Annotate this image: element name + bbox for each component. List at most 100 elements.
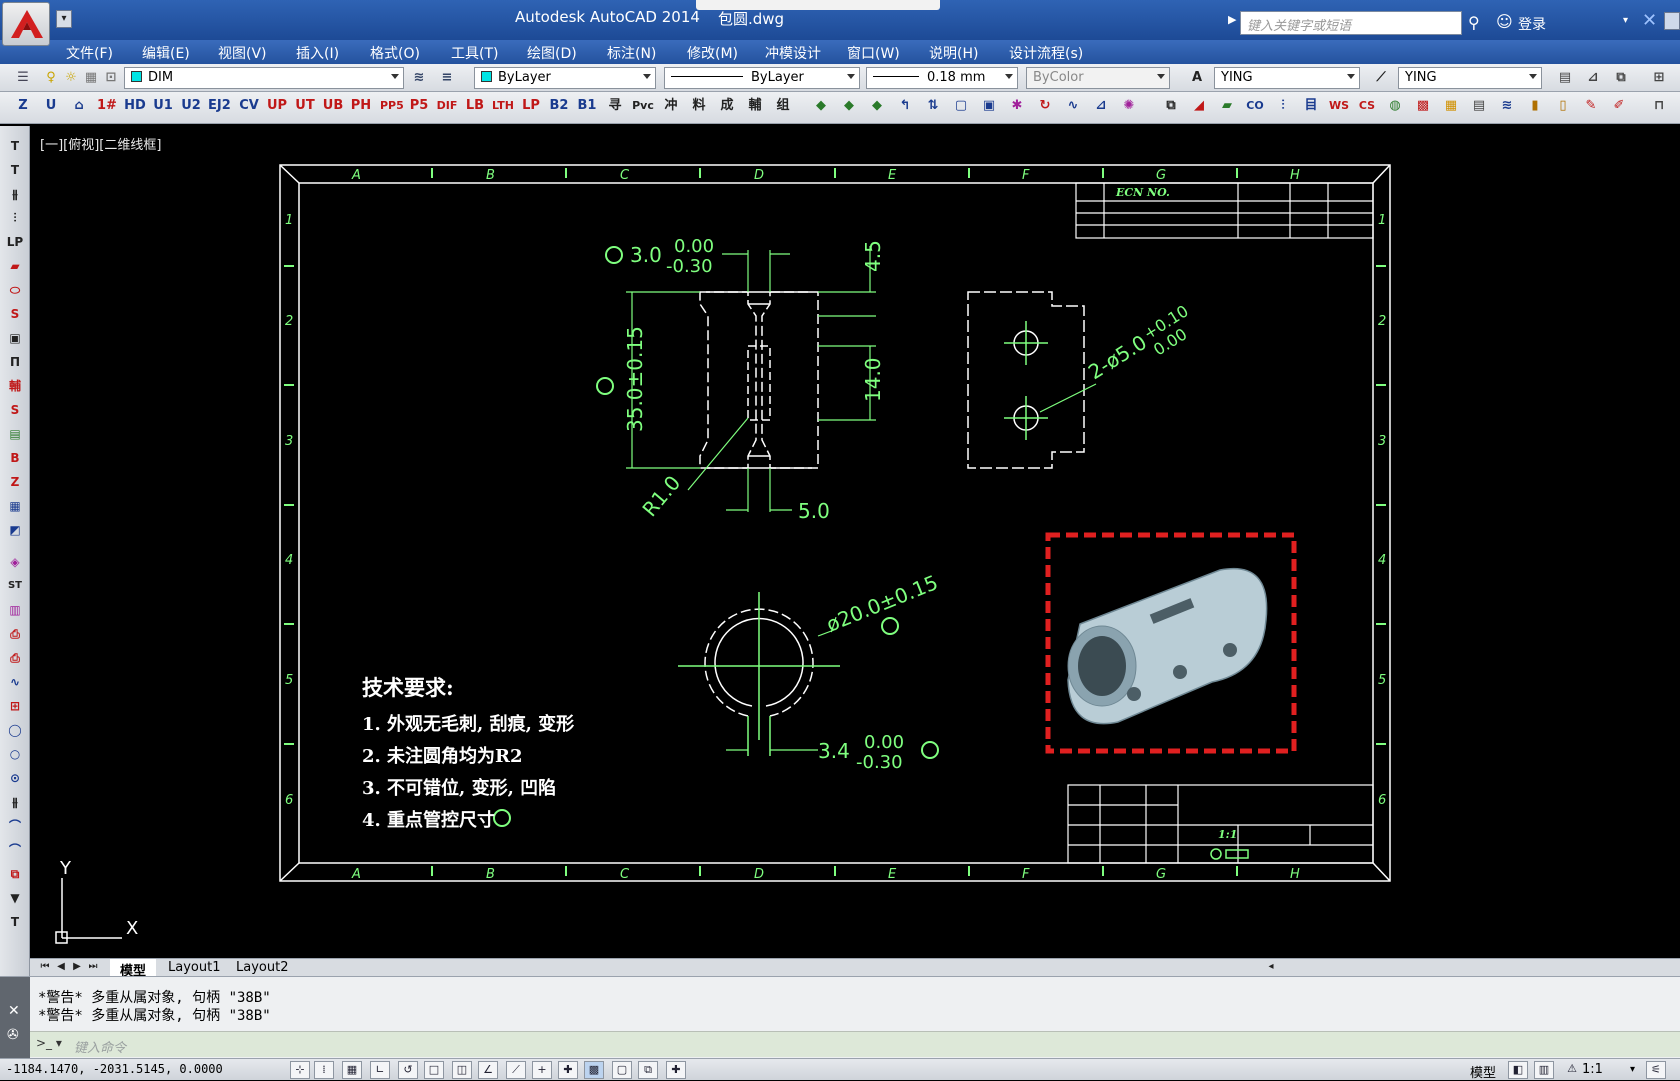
note-3: 3. 不可错位, 变形, 凹陷 (362, 778, 557, 799)
coordinate-readout[interactable]: -1184.1470, -2031.5145, 0.0000 (6, 1062, 223, 1076)
dim-gap-bottom-tol-dn: -0.30 (856, 752, 903, 773)
application-menu-button[interactable] (2, 2, 50, 46)
3d-osnap-icon[interactable]: ◫ (452, 1061, 472, 1079)
border-row-4-right: 4 (1378, 553, 1386, 568)
lineweight-icon[interactable]: ✚ (558, 1061, 578, 1079)
dim-gap-top: 3.0 (630, 243, 662, 267)
annotation-monitor-icon[interactable]: ⧉ (638, 1061, 658, 1079)
key-dim-marker-icon (881, 617, 899, 635)
dim-gap-top-tol-up: 0.00 (674, 236, 714, 257)
border-col-c-bottom: C (620, 867, 630, 882)
dim-hole: 2-ø5.0 (1084, 330, 1151, 384)
front-view (699, 291, 819, 469)
layout-quickview-icon[interactable]: ◧ (1508, 1061, 1528, 1079)
border-row-6-right: 6 (1378, 793, 1386, 808)
border-col-c: C (620, 168, 630, 183)
prev-tab-icon[interactable]: ◀ (54, 960, 68, 974)
border-col-h: H (1290, 168, 1300, 183)
tab-layout2[interactable]: Layout2 (226, 959, 298, 977)
key-dim-marker-icon (493, 809, 511, 827)
close-icon[interactable]: ✕ (8, 1003, 20, 1019)
ecn-header: ECN NO. (1115, 186, 1170, 199)
border-col-a-bottom: A (351, 867, 361, 882)
dim-gap-bottom-tol-up: 0.00 (864, 732, 904, 753)
annotation-visibility-icon[interactable]: ⚟ (1646, 1061, 1666, 1079)
border-row-1: 1 (285, 213, 293, 228)
scale-dropdown-icon[interactable]: ▾ (1630, 1064, 1635, 1075)
border-row-1-right: 1 (1378, 213, 1386, 228)
ducs-icon[interactable]: ⟋ (506, 1061, 526, 1079)
border-col-b-bottom: B (486, 867, 495, 882)
tab-layout1[interactable]: Layout1 (158, 959, 230, 977)
dim-gap-top-tol-dn: -0.30 (666, 256, 713, 277)
note-2: 2. 未注圆角均为R2 (362, 746, 523, 767)
next-tab-icon[interactable]: ▶ (70, 960, 84, 974)
border-col-h-bottom: H (1290, 867, 1300, 882)
dim-35: 35.0±0.15 (623, 326, 647, 432)
command-placeholder: 键入命令 (74, 1041, 127, 1056)
snap-icon[interactable]: ⁞ (314, 1061, 334, 1079)
dim-14: 14.0 (861, 357, 885, 402)
otrack-icon[interactable]: ∠ (478, 1061, 498, 1079)
command-window: ✕ ✇ *警告* 多重从属对象, 句柄 "38B" *警告* 多重从属对象, 句… (0, 976, 1680, 1059)
drawing-quickview-icon[interactable]: ▥ (1534, 1061, 1554, 1079)
border-row-2: 2 (285, 314, 293, 329)
last-tab-icon[interactable]: ⏭ (86, 960, 100, 974)
dim-5: 5.0 (798, 499, 830, 523)
border-col-e-bottom: E (888, 867, 897, 882)
border-row-3-right: 3 (1378, 434, 1386, 449)
command-input[interactable]: >_ ▾ 键入命令 (30, 1031, 1680, 1057)
ortho-icon[interactable]: ∟ (370, 1061, 390, 1079)
part-3d-preview (1067, 567, 1268, 725)
command-history-line: *警告* 多重从属对象, 句柄 "38B" (38, 1008, 271, 1024)
wrench-icon[interactable]: ✇ (7, 1027, 19, 1043)
transparency-icon[interactable]: ▩ (584, 1061, 604, 1079)
border-col-f: F (1022, 168, 1030, 183)
border-row-5: 5 (285, 673, 293, 688)
projection-symbol-icon (1210, 848, 1249, 860)
top-view-ring (678, 592, 840, 756)
border-col-a: A (351, 168, 361, 183)
border-col-e: E (888, 168, 897, 183)
key-dim-marker-icon (596, 377, 614, 395)
viewport-label[interactable]: [一][俯视][二维线框] (40, 134, 161, 153)
border-row-2-right: 2 (1378, 314, 1386, 329)
autocad-logo-icon (11, 10, 43, 38)
model-space-button[interactable]: 模型 (1470, 1062, 1496, 1081)
polar-icon[interactable]: ↺ (398, 1061, 418, 1079)
command-window-handle[interactable]: ✕ ✇ (0, 977, 30, 1059)
border-row-3: 3 (285, 434, 293, 449)
dim-gap-bottom: 3.4 (818, 739, 850, 763)
border-col-g-bottom: G (1156, 867, 1166, 882)
ucs-y-label: Y (59, 858, 72, 879)
grid-icon[interactable]: ▦ (342, 1061, 362, 1079)
titleblock-scale: 1:1 (1218, 828, 1237, 841)
border-row-6: 6 (285, 793, 293, 808)
annotation-scale[interactable]: 1:1 (1582, 1062, 1603, 1077)
note-4: 4. 重点管控尺寸 (362, 810, 496, 831)
key-dim-marker-icon (921, 741, 939, 759)
border-col-b: B (486, 168, 495, 183)
layout-tabs-bar: ⏮ ◀ ▶ ⏭ 模型 Layout1 Layout2 ◂ (30, 958, 1680, 979)
osnap-icon[interactable]: □ (424, 1061, 444, 1079)
tab-model[interactable]: 模型 (110, 959, 157, 979)
key-dim-marker-icon (605, 246, 623, 264)
dim-r1: R1.0 (637, 471, 685, 521)
border-col-f-bottom: F (1022, 867, 1030, 882)
border-row-4: 4 (285, 553, 293, 568)
border-col-d-bottom: D (754, 867, 764, 882)
quick-properties-icon[interactable]: ✚ (666, 1061, 686, 1079)
infer-constraints-icon[interactable]: ⊹ (290, 1061, 310, 1079)
command-prompt-icon[interactable]: >_ ▾ (36, 1036, 62, 1050)
dim-4-5: 4.5 (861, 240, 885, 272)
annotation-scale-icon[interactable]: ⚠ (1562, 1061, 1582, 1079)
scroll-left-icon[interactable]: ◂ (1264, 960, 1278, 974)
notes-title: 技术要求: (362, 675, 454, 700)
side-view (967, 291, 1085, 469)
selection-cycling-icon[interactable]: ▢ (612, 1061, 632, 1079)
ucs-x-label: X (126, 918, 138, 939)
note-1: 1. 外观无毛刺, 刮痕, 变形 (362, 714, 575, 735)
first-tab-icon[interactable]: ⏮ (38, 960, 52, 974)
dyn-icon[interactable]: + (532, 1061, 552, 1079)
status-bar: -1184.1470, -2031.5145, 0.0000 ⊹ ⁞ ▦ ∟ ↺… (0, 1058, 1680, 1081)
